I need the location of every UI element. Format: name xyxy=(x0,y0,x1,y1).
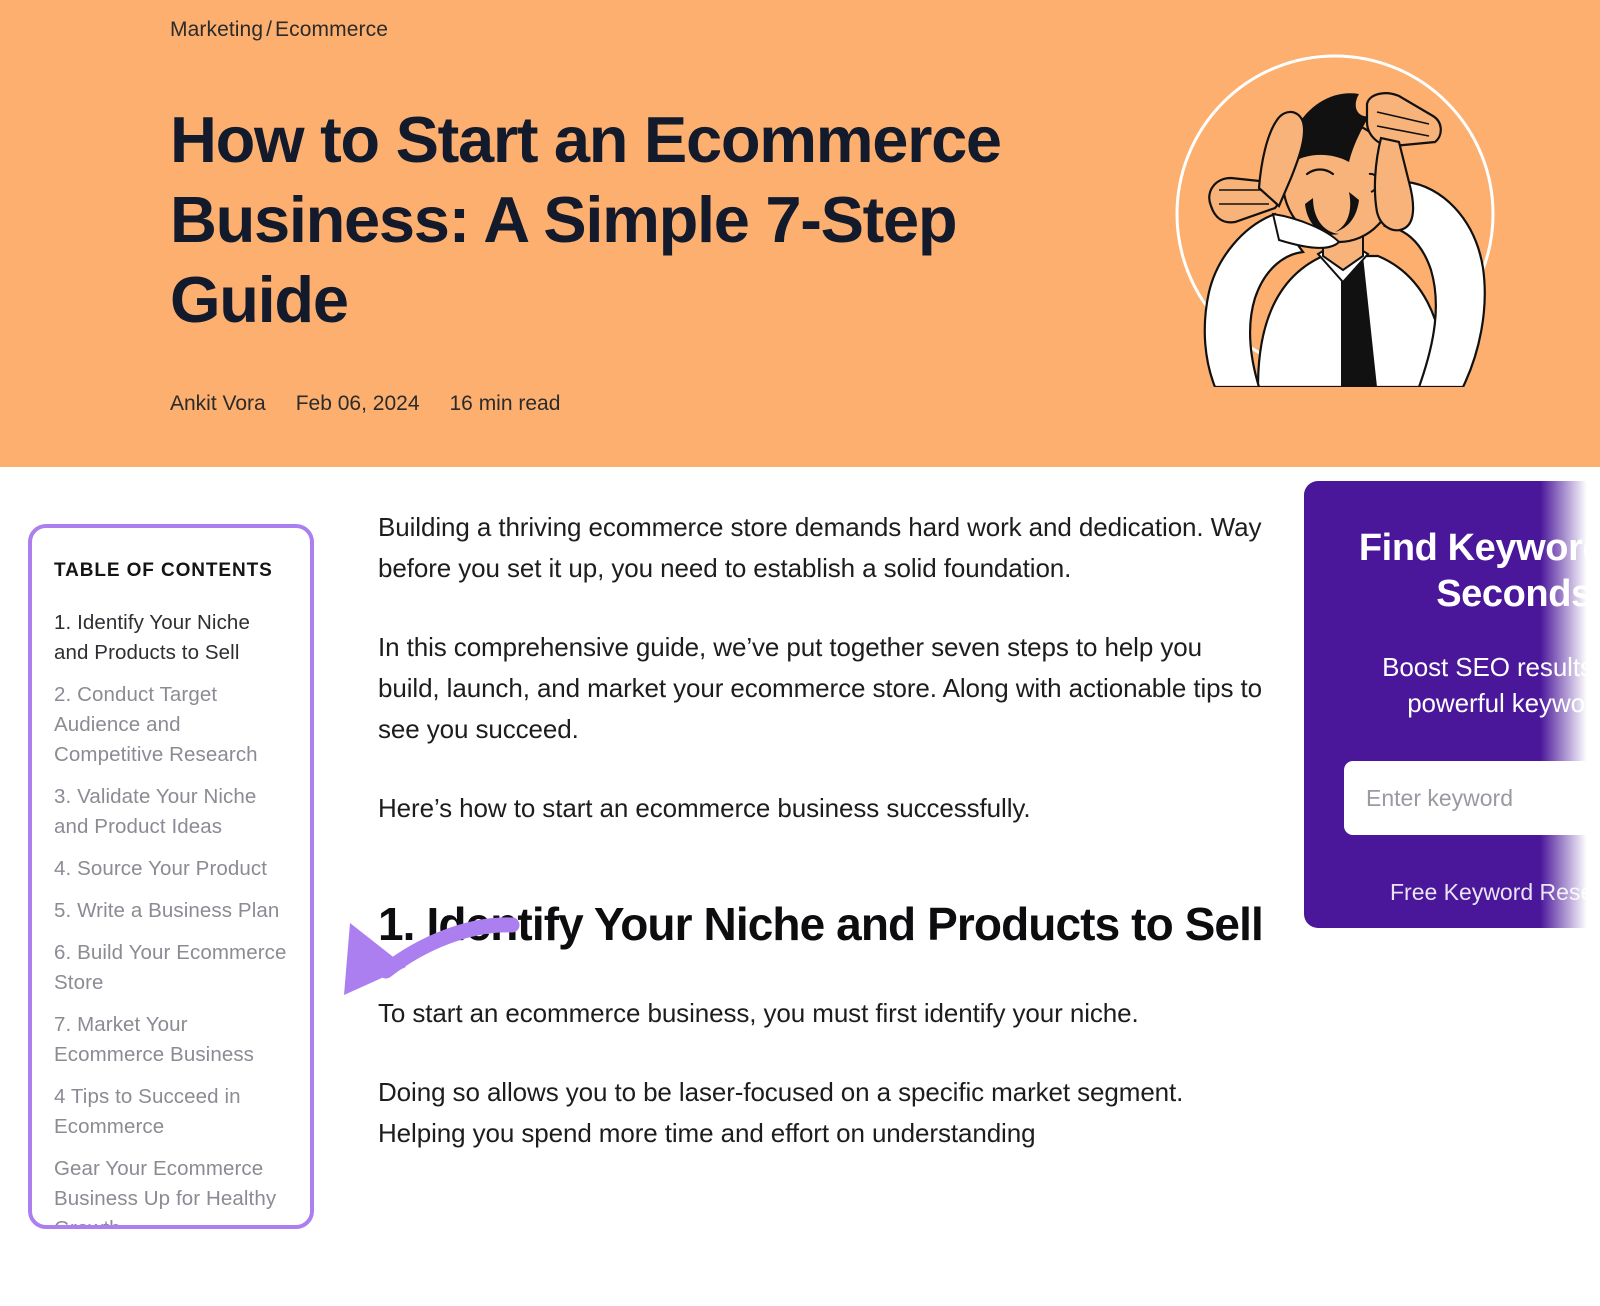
toc-item-2[interactable]: 2. Conduct Target Audience and Competiti… xyxy=(54,680,288,770)
article-content: Building a thriving ecommerce store dema… xyxy=(378,507,1268,1192)
toc-item-8[interactable]: 4 Tips to Succeed in Ecommerce xyxy=(54,1082,288,1142)
article-paragraph-5: Doing so allows you to be laser-focused … xyxy=(378,1077,1184,1148)
free-keyword-research-button[interactable]: Free Keyword Research xyxy=(1344,879,1600,906)
keyword-cta-widget: Find Keywords in Seconds Boost SEO resul… xyxy=(1304,481,1600,928)
toc-item-1[interactable]: 1. Identify Your Niche and Products to S… xyxy=(54,608,288,668)
toc-item-6[interactable]: 6. Build Your Ecommerce Store xyxy=(54,938,288,998)
toc-item-5[interactable]: 5. Write a Business Plan xyxy=(54,896,288,926)
toc-heading: TABLE OF CONTENTS xyxy=(54,560,273,581)
toc-item-4[interactable]: 4. Source Your Product xyxy=(54,854,288,884)
article-hero: Marketing / Ecommerce How to Start an Ecom… xyxy=(0,0,1600,467)
section-heading-1: 1. Identify Your Niche and Products to S… xyxy=(378,898,1264,950)
author-name: Ankit Vora xyxy=(170,392,266,415)
toc-item-7[interactable]: 7. Market Your Ecommerce Business xyxy=(54,1010,288,1070)
toc-item-9[interactable]: Gear Your Ecommerce Business Up for Heal… xyxy=(54,1154,288,1225)
breadcrumb: Marketing / Ecommerce xyxy=(170,18,388,42)
article-paragraph-4: To start an ecommerce business, you must… xyxy=(378,998,1139,1028)
read-time: 16 min read xyxy=(449,392,561,415)
page-title: How to Start an Ecommerce Business: A Si… xyxy=(170,103,1002,336)
page-body: TABLE OF CONTENTS 1. Identify Your Niche… xyxy=(0,467,1600,1306)
article-paragraph-1: Building a thriving ecommerce store dema… xyxy=(378,512,1262,583)
toc-list: 1. Identify Your Niche and Products to S… xyxy=(54,608,288,1225)
article-meta: Ankit Vora Feb 06, 2024 16 min read xyxy=(170,392,560,416)
breadcrumb-child-link[interactable]: Ecommerce xyxy=(275,18,388,41)
person-framing-hands-illustration xyxy=(1175,54,1495,387)
cta-subtitle: Boost SEO results with powerful keywords xyxy=(1382,652,1600,718)
keyword-input[interactable] xyxy=(1344,761,1600,835)
article-paragraph-2: In this comprehensive guide, we’ve put t… xyxy=(378,632,1262,744)
breadcrumb-separator: / xyxy=(266,18,273,41)
toc-item-3[interactable]: 3. Validate Your Niche and Product Ideas xyxy=(54,782,288,842)
article-paragraph-3: Here’s how to start an ecommerce busines… xyxy=(378,793,1031,823)
table-of-contents: TABLE OF CONTENTS 1. Identify Your Niche… xyxy=(28,524,314,1229)
breadcrumb-parent-link[interactable]: Marketing xyxy=(170,18,263,41)
cta-title: Find Keywords in Seconds xyxy=(1358,527,1600,615)
publish-date: Feb 06, 2024 xyxy=(295,392,420,415)
